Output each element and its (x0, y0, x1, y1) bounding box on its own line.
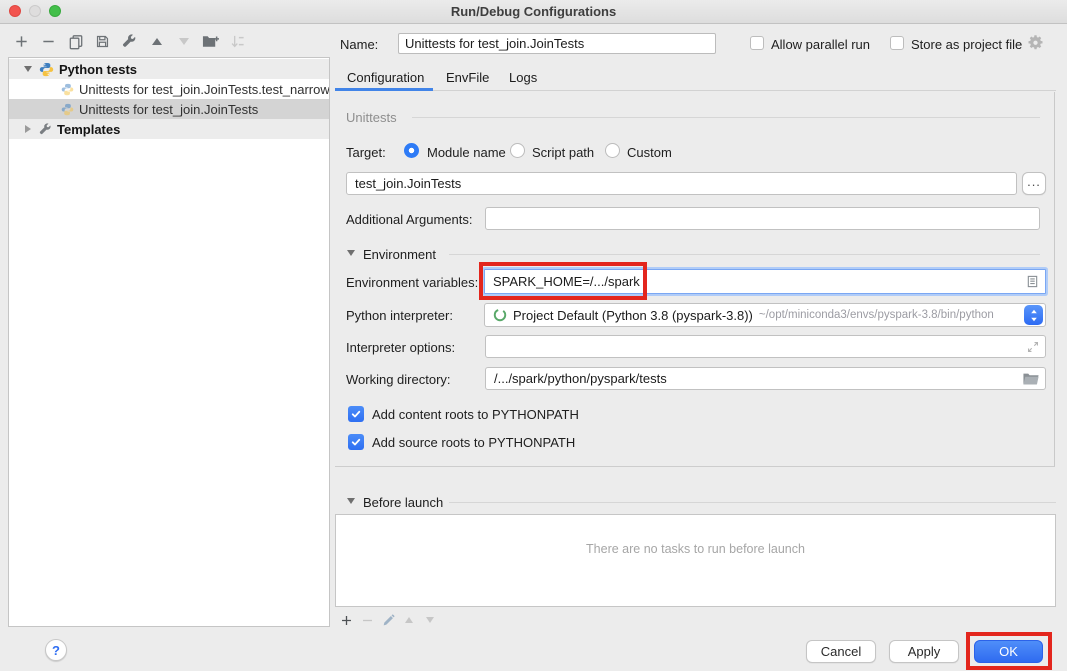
tree-group-label: Templates (57, 122, 120, 137)
section-divider (449, 254, 1040, 255)
tree-item-test-narrow[interactable]: Unittests for test_join.JoinTests.test_n… (9, 79, 329, 99)
tree-group-python-tests[interactable]: Python tests (9, 59, 329, 79)
additional-arguments-label: Additional Arguments: (346, 212, 472, 227)
help-button[interactable]: ? (45, 639, 67, 661)
tree-group-templates[interactable]: Templates (9, 119, 329, 139)
help-glyph: ? (52, 643, 60, 658)
configurations-toolbar (13, 33, 246, 50)
target-input[interactable]: test_join.JoinTests (346, 172, 1017, 195)
tabs-divider (433, 90, 1056, 91)
expand-arrow-icon[interactable] (23, 66, 33, 72)
edit-templates-icon[interactable] (121, 33, 138, 50)
add-task-icon[interactable] (339, 612, 353, 628)
environment-section-label: Environment (363, 247, 436, 262)
tab-logs[interactable]: Logs (509, 70, 537, 85)
environment-variables-input[interactable]: SPARK_HOME=/.../spark (484, 269, 1046, 294)
unittests-section-label: Unittests (346, 110, 397, 125)
no-tasks-message: There are no tasks to run before launch (335, 542, 1056, 556)
environment-variables-label: Environment variables: (346, 275, 478, 290)
section-divider (412, 117, 1040, 118)
move-up-icon[interactable] (148, 33, 165, 50)
before-launch-section-label: Before launch (363, 495, 443, 510)
name-label: Name: (340, 37, 378, 52)
target-value: test_join.JoinTests (355, 176, 461, 191)
store-as-project-file-checkbox[interactable] (890, 36, 904, 50)
target-custom-label: Custom (627, 145, 672, 160)
configurations-tree: Python tests Unittests for test_join.Joi… (8, 57, 330, 627)
interpreter-options-input[interactable] (485, 335, 1046, 358)
tasks-toolbar (339, 612, 437, 628)
target-module-name-label: Module name (427, 145, 506, 160)
remove-configuration-icon[interactable] (40, 33, 57, 50)
tab-envfile[interactable]: EnvFile (446, 70, 489, 85)
allow-parallel-run-label: Allow parallel run (771, 37, 870, 52)
cancel-button[interactable]: Cancel (806, 640, 876, 663)
copy-configuration-icon[interactable] (67, 33, 84, 50)
browse-variables-icon[interactable] (1026, 275, 1039, 288)
tree-group-label: Python tests (59, 62, 137, 77)
new-folder-icon[interactable] (202, 33, 219, 50)
python-interpreter-select[interactable]: Project Default (Python 3.8 (pyspark-3.8… (484, 303, 1046, 327)
add-content-roots-checkbox[interactable] (348, 406, 364, 422)
remove-task-icon (360, 612, 374, 628)
before-launch-collapse-icon[interactable] (347, 498, 355, 504)
interpreter-stepper-icon[interactable] (1024, 305, 1043, 325)
save-configuration-icon[interactable] (94, 33, 111, 50)
environment-collapse-icon[interactable] (347, 250, 355, 256)
add-configuration-icon[interactable] (13, 33, 30, 50)
store-as-project-file-label: Store as project file (911, 37, 1022, 52)
move-task-up-icon (402, 612, 416, 628)
python-icon (39, 62, 54, 77)
additional-arguments-input[interactable] (485, 207, 1040, 230)
python-icon (61, 103, 74, 116)
tree-item-label: Unittests for test_join.JoinTests.test_n… (79, 82, 329, 97)
add-content-roots-label: Add content roots to PYTHONPATH (372, 407, 579, 422)
add-source-roots-label: Add source roots to PYTHONPATH (372, 435, 575, 450)
wrench-icon (39, 123, 52, 136)
gear-icon[interactable] (1027, 34, 1044, 56)
collapse-arrow-icon[interactable] (23, 125, 33, 133)
move-task-down-icon (423, 612, 437, 628)
expand-field-icon[interactable] (1027, 341, 1039, 353)
target-module-name-radio[interactable] (404, 143, 419, 158)
target-script-path-label: Script path (532, 145, 594, 160)
active-tab-underline (335, 88, 433, 91)
before-launch-tasks-panel[interactable] (335, 514, 1056, 607)
tab-configuration[interactable]: Configuration (347, 70, 424, 85)
apply-button[interactable]: Apply (889, 640, 959, 663)
name-value: Unittests for test_join.JoinTests (405, 36, 584, 51)
python-interpreter-label: Python interpreter: (346, 308, 453, 323)
add-source-roots-checkbox[interactable] (348, 434, 364, 450)
target-label: Target: (346, 145, 386, 160)
window-title: Run/Debug Configurations (0, 4, 1067, 19)
title-bar: Run/Debug Configurations (0, 0, 1067, 24)
working-directory-label: Working directory: (346, 372, 451, 387)
ok-button[interactable]: OK (974, 640, 1043, 663)
move-down-icon (175, 33, 192, 50)
tree-item-label: Unittests for test_join.JoinTests (79, 102, 258, 117)
python-icon (61, 83, 74, 96)
python-interpreter-icon (493, 308, 507, 322)
name-input[interactable]: Unittests for test_join.JoinTests (398, 33, 716, 54)
target-script-path-radio[interactable] (510, 143, 525, 158)
browse-target-button[interactable]: ... (1022, 172, 1046, 195)
folder-icon[interactable] (1023, 373, 1039, 385)
browse-dots: ... (1027, 174, 1041, 189)
interpreter-options-label: Interpreter options: (346, 340, 455, 355)
python-interpreter-path-hint: ~/opt/miniconda3/envs/pyspark-3.8/bin/py… (759, 309, 994, 321)
environment-variables-value: SPARK_HOME=/.../spark (493, 274, 640, 289)
allow-parallel-run-checkbox[interactable] (750, 36, 764, 50)
python-interpreter-value: Project Default (Python 3.8 (pyspark-3.8… (513, 308, 753, 323)
edit-task-icon (381, 612, 395, 628)
section-divider (449, 502, 1056, 503)
working-directory-input[interactable]: /.../spark/python/pyspark/tests (485, 367, 1046, 390)
working-directory-value: /.../spark/python/pyspark/tests (494, 371, 667, 386)
tree-item-jointests-selected[interactable]: Unittests for test_join.JoinTests (9, 99, 329, 119)
target-custom-radio[interactable] (605, 143, 620, 158)
sort-configurations-icon (229, 33, 246, 50)
